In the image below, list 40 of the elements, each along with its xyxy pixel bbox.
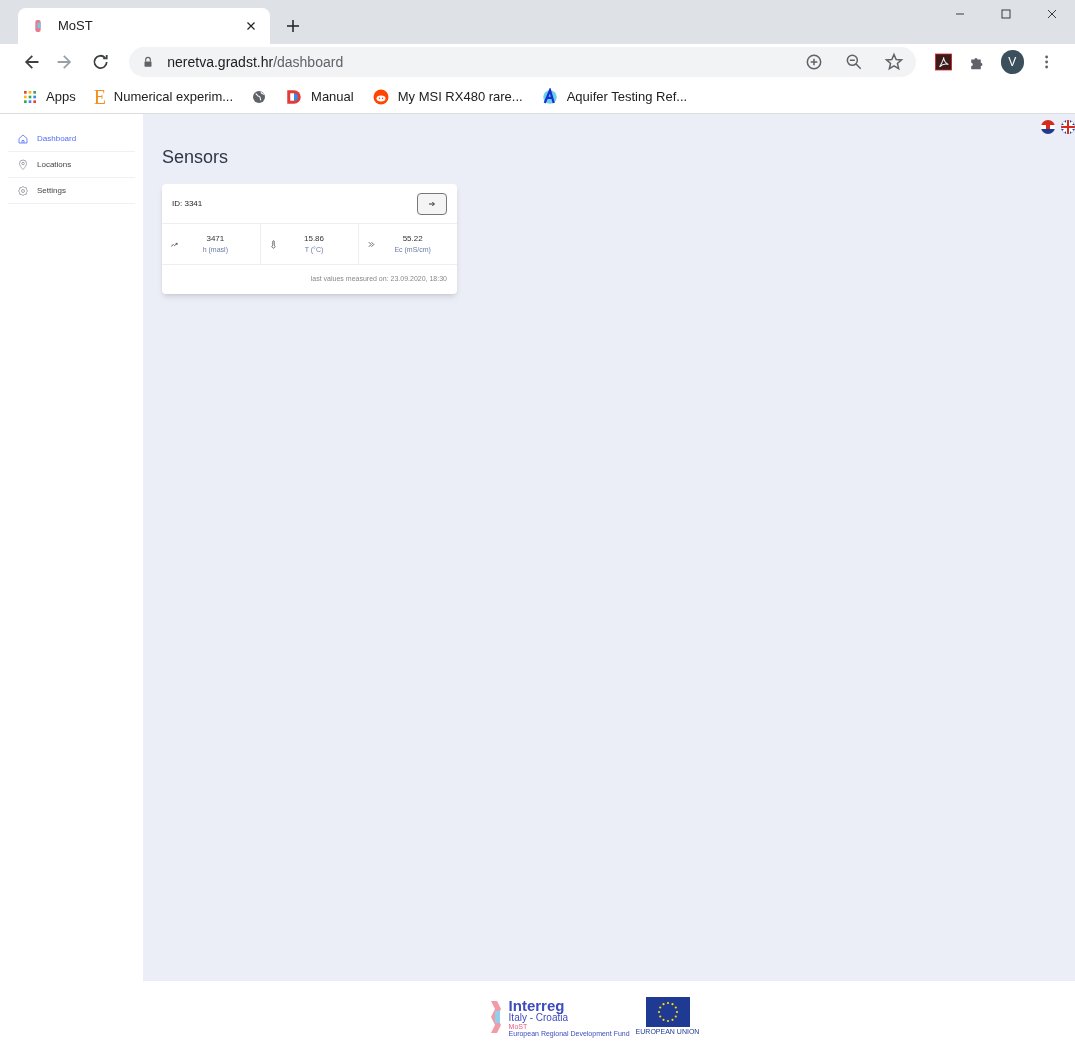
gear-icon — [17, 184, 29, 197]
reading-value: 3471 — [206, 232, 225, 245]
arrow-right-icon — [428, 199, 436, 208]
profile-avatar[interactable]: V — [1000, 50, 1024, 74]
bookmark-link[interactable]: My MSI RX480 rare... — [397, 86, 523, 107]
sidebar-item[interactable]: Locations — [8, 152, 135, 178]
apps-grid-icon — [22, 88, 38, 105]
reading-value: 55.22 — [402, 232, 423, 245]
d-logo-icon — [285, 87, 304, 106]
sidebar-item[interactable]: Settings — [8, 178, 135, 204]
address-bar[interactable]: neretva.gradst.hr/dashboard — [129, 47, 917, 77]
reading-value: 15.86 — [304, 232, 324, 245]
thermometer-icon — [268, 239, 278, 249]
tab-title: MoST — [58, 17, 94, 36]
new-tab-icon[interactable] — [284, 17, 302, 35]
pdf-extension-icon[interactable] — [934, 52, 954, 72]
bookmark-link[interactable]: Aquifer Testing Ref... — [566, 86, 688, 107]
bookmark-link[interactable]: Apps — [46, 86, 76, 107]
sidebar-item[interactable]: Dashboard — [8, 126, 135, 152]
open-sensor-button[interactable] — [417, 192, 447, 215]
globe-icon — [251, 88, 268, 105]
home-icon — [17, 132, 29, 145]
uk-flag-icon[interactable] — [1061, 120, 1075, 134]
chevrons-icon — [367, 239, 377, 249]
croatian-flag-icon[interactable] — [1041, 120, 1055, 134]
a-logo-icon — [540, 87, 559, 106]
sensor-id: ID: 3341 — [172, 197, 203, 210]
alien-icon — [371, 87, 390, 106]
eu-flag-icon — [645, 996, 690, 1027]
bookmark-star-icon[interactable] — [884, 52, 905, 72]
letter-icon: E — [93, 86, 106, 107]
ribbon-logo-icon — [488, 999, 503, 1035]
page-title: Sensors — [162, 146, 230, 169]
bookmark-link[interactable]: Numerical experim... — [113, 86, 234, 107]
logo-title: Interreg — [508, 997, 565, 1013]
bookmark-link[interactable]: Manual — [311, 86, 354, 107]
url-text: neretva.gradst.hr/dashboard — [167, 52, 345, 72]
logo-subtitle: Italy - Croatia — [508, 1012, 570, 1023]
browser-tab[interactable]: MoST — [18, 8, 270, 44]
pin-icon — [17, 158, 29, 171]
